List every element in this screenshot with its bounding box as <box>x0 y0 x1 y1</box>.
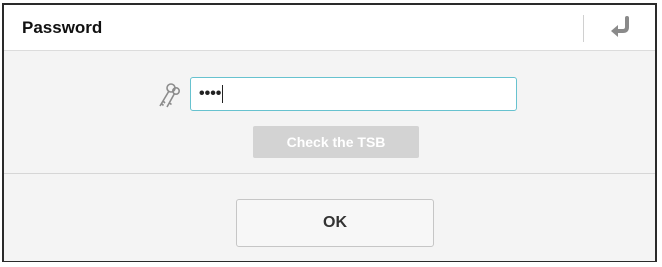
password-input[interactable]: •••• <box>190 77 517 111</box>
header-divider <box>583 15 584 42</box>
dialog-footer: OK <box>4 173 655 261</box>
password-dialog: Password •••• Check the TSB OK <box>2 3 657 262</box>
ok-button[interactable]: OK <box>236 199 434 247</box>
dialog-title: Password <box>22 18 103 37</box>
back-button[interactable] <box>601 13 641 43</box>
dialog-body: •••• Check the TSB <box>4 51 655 173</box>
text-caret <box>222 84 224 103</box>
check-tsb-button[interactable]: Check the TSB <box>253 126 419 158</box>
dialog-header: Password <box>4 5 655 51</box>
return-arrow-icon <box>611 16 629 37</box>
keys-icon <box>152 82 180 110</box>
password-masked-value: •••• <box>199 85 222 102</box>
